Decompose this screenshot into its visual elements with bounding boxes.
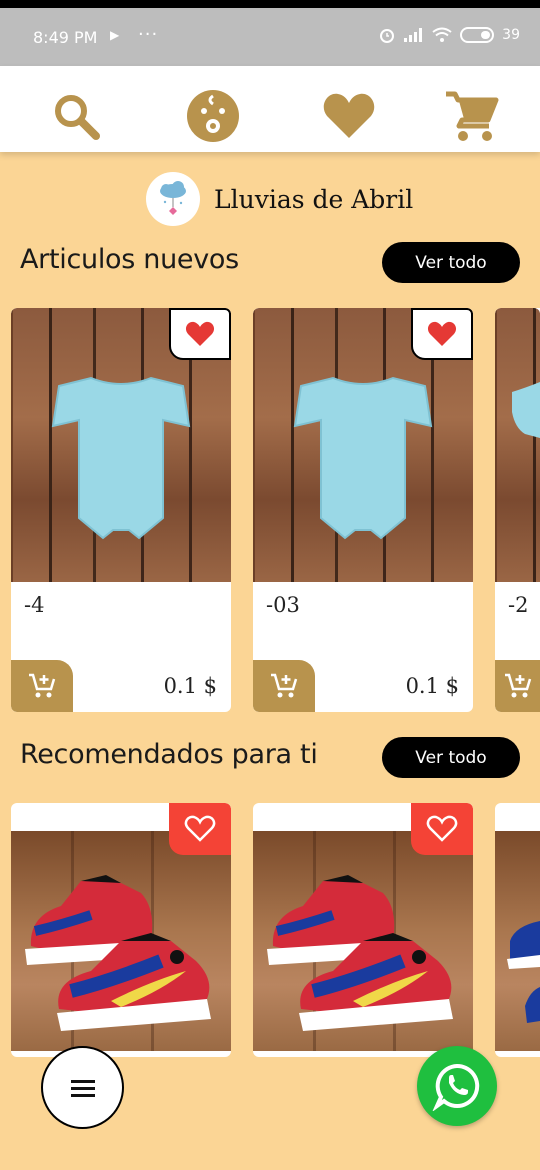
product-image [495, 308, 540, 582]
onesie-image [512, 382, 540, 438]
product-card[interactable]: -2 [495, 308, 540, 712]
alarm-icon [380, 29, 395, 43]
hamburger-icon [70, 1079, 95, 1097]
add-cart-icon [271, 673, 298, 698]
heart-icon [427, 321, 457, 346]
play-icon: ▶ [110, 28, 120, 42]
top-edge [0, 0, 540, 8]
product-name: -03 [266, 593, 300, 617]
product-price: 0.1 $ [163, 674, 217, 698]
product-image [253, 831, 473, 1051]
cloud-logo-icon [146, 172, 200, 226]
top-nav [0, 66, 540, 152]
baby-face-icon[interactable] [185, 88, 241, 144]
favorite-button[interactable] [169, 308, 231, 360]
product-card[interactable] [253, 803, 473, 1057]
status-bar: 8:49 PM ▶ ··· 39 [0, 8, 540, 66]
product-card[interactable] [11, 803, 231, 1057]
wifi-icon [432, 27, 452, 42]
sneakers-image [507, 921, 540, 1023]
menu-button[interactable] [41, 1046, 124, 1129]
search-icon[interactable] [48, 88, 104, 144]
add-cart-icon [29, 673, 56, 698]
add-to-cart-button[interactable] [495, 660, 540, 712]
whatsapp-button[interactable] [417, 1046, 497, 1126]
product-name: -4 [24, 593, 45, 617]
battery-icon [460, 27, 495, 43]
product-card[interactable] [495, 803, 540, 1057]
brand: Lluvias de Abril [146, 172, 413, 226]
product-image [11, 831, 231, 1051]
add-to-cart-button[interactable] [253, 660, 315, 712]
heart-outline-icon [184, 815, 216, 842]
heart-icon [185, 321, 215, 346]
status-time: 8:49 PM [33, 28, 98, 47]
view-all-recommended-button[interactable]: Ver todo [382, 737, 520, 778]
favorite-button[interactable] [411, 803, 473, 855]
section-title-new: Articulos nuevos [20, 244, 239, 275]
product-price: 0.1 $ [405, 674, 459, 698]
favorite-button[interactable] [169, 803, 231, 855]
whatsapp-icon [432, 1063, 480, 1111]
sneakers-image [267, 875, 453, 1031]
battery-level: 39 [502, 27, 520, 43]
product-card[interactable]: -4 0.1 $ [11, 308, 231, 712]
add-cart-icon [504, 673, 531, 698]
sneakers-image [25, 875, 211, 1031]
favorite-button[interactable] [411, 308, 473, 360]
product-name: -2 [508, 593, 529, 617]
product-image [495, 831, 540, 1051]
view-all-new-button[interactable]: Ver todo [382, 242, 520, 283]
heart-icon[interactable] [321, 88, 377, 144]
status-indicators: 39 [378, 26, 520, 44]
cart-icon[interactable] [443, 88, 499, 144]
product-card[interactable]: -03 0.1 $ [253, 308, 473, 712]
heart-outline-icon [426, 815, 458, 842]
brand-name: Lluvias de Abril [214, 184, 414, 214]
section-title-recommended: Recomendados para ti [20, 739, 318, 770]
more-dots-icon: ··· [138, 24, 159, 45]
signal-icon [404, 28, 423, 42]
add-to-cart-button[interactable] [11, 660, 73, 712]
